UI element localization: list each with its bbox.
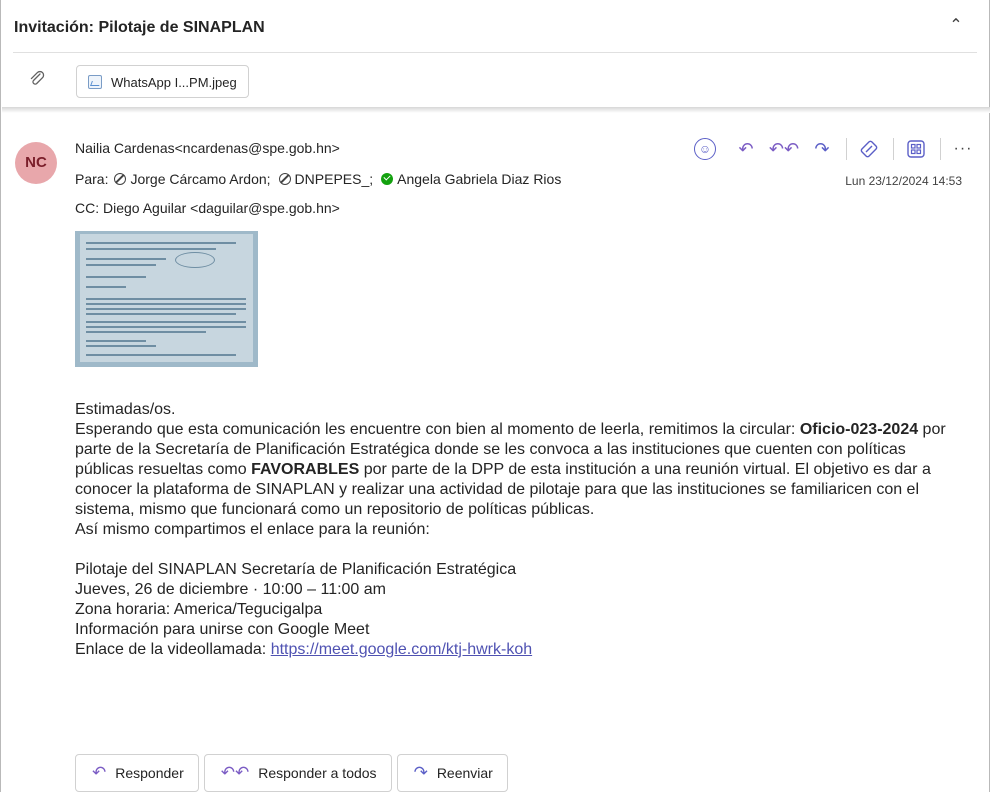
to-line: Para: Jorge Cárcamo Ardon; DNPEPES_; Ang…	[75, 171, 569, 187]
paperclip-icon-svg	[30, 70, 45, 85]
bold-reference: Oficio-023-2024	[799, 421, 919, 438]
divider	[846, 138, 847, 160]
sender-line[interactable]: Nailia Cardenas<ncardenas@spe.gob.hn>	[75, 140, 340, 156]
blocked-icon	[278, 173, 291, 185]
meeting-info: Información para unirse con Google Meet	[75, 621, 370, 638]
blocked-icon	[114, 173, 127, 185]
image-file-icon	[88, 75, 102, 89]
divider	[893, 138, 894, 160]
doc-line	[86, 354, 236, 356]
doc-line	[86, 326, 246, 328]
reply-all-icon[interactable]: ↶↶	[769, 136, 799, 162]
attachment-chip[interactable]: WhatsApp I...PM.jpeg	[76, 65, 249, 98]
meeting-when: Jueves, 26 de diciembre · 10:00 – 11:00 …	[75, 581, 386, 598]
doc-line	[86, 298, 246, 300]
to-label: Para:	[75, 171, 109, 187]
subject-bar: Invitación: Pilotaje de SINAPLAN ⌃	[2, 0, 990, 52]
body-text-run: Esperando que esta comunicación les encu…	[75, 421, 800, 438]
document-photo	[80, 234, 253, 362]
more-options-icon[interactable]: ···	[949, 136, 977, 162]
forward-label: Reenviar	[436, 765, 493, 781]
reply-label: Responder	[115, 765, 184, 781]
doc-line	[86, 308, 246, 310]
recipient-name: Angela Gabriela Diaz Rios	[397, 171, 562, 187]
apps-icon-svg	[907, 140, 925, 158]
divider	[940, 138, 941, 160]
attachment-name: WhatsApp I...PM.jpeg	[111, 75, 237, 90]
email-body: Estimadas/os. Esperando que esta comunic…	[75, 400, 955, 660]
doc-line	[86, 248, 216, 250]
doc-line	[86, 264, 156, 266]
doc-line	[86, 340, 146, 342]
reply-icon: ↶	[92, 763, 107, 782]
reply-all-icon: ↶↶	[220, 763, 250, 782]
link-label: Enlace de la videollamada:	[75, 641, 271, 658]
email-subject: Invitación: Pilotaje de SINAPLAN	[14, 19, 265, 36]
attachment-image-preview[interactable]	[75, 231, 258, 367]
meeting-timezone: Zona horaria: America/Tegucigalpa	[75, 601, 323, 618]
doc-line	[86, 242, 236, 244]
doc-line	[86, 303, 246, 305]
chevron-up-icon[interactable]: ⌃	[944, 14, 968, 38]
forward-button[interactable]: ↷ Reenviar	[396, 754, 508, 792]
bold-keyword: FAVORABLES	[251, 461, 360, 478]
signature-stamp	[175, 252, 215, 268]
cc-line[interactable]: CC: Diego Aguilar <daguilar@spe.gob.hn>	[75, 200, 340, 216]
doc-line	[86, 258, 166, 260]
doc-line	[86, 286, 126, 288]
recipient[interactable]: Angela Gabriela Diaz Rios	[381, 171, 561, 187]
recipient[interactable]: Jorge Cárcamo Ardon;	[114, 171, 271, 187]
sent-date: Lun 23/12/2024 14:53	[845, 174, 962, 188]
eraser-icon-svg	[860, 140, 878, 158]
smiley-icon[interactable]: ☺	[694, 138, 716, 160]
reply-icon[interactable]: ↶	[732, 136, 760, 162]
reply-buttons: ↶ Responder ↶↶ Responder a todos ↷ Reenv…	[75, 754, 513, 792]
doc-line	[86, 321, 246, 323]
reply-button[interactable]: ↶ Responder	[75, 754, 199, 792]
doc-line	[86, 313, 236, 315]
reply-all-button[interactable]: ↶↶ Responder a todos	[203, 754, 392, 792]
body-paragraph: Así mismo compartimos el enlace para la …	[75, 521, 430, 538]
header-shadow	[2, 107, 990, 113]
body-paragraph: Esperando que esta comunicación les encu…	[75, 420, 955, 520]
avatar[interactable]: NC	[15, 142, 57, 184]
apps-icon[interactable]	[902, 136, 930, 162]
check-circle-icon	[381, 173, 394, 185]
forward-icon[interactable]: ↷	[808, 136, 836, 162]
doc-line	[86, 345, 156, 347]
recipient-name: Jorge Cárcamo Ardon;	[130, 171, 271, 187]
meeting-title: Pilotaje del SINAPLAN Secretaría de Plan…	[75, 561, 517, 578]
reply-all-label: Responder a todos	[258, 765, 377, 781]
eraser-icon[interactable]	[855, 136, 883, 162]
greeting: Estimadas/os.	[75, 401, 176, 418]
paperclip-icon	[28, 69, 48, 91]
meeting-link-line: Enlace de la videollamada: https://meet.…	[75, 640, 955, 660]
forward-icon: ↷	[413, 763, 428, 782]
message-actions: ☺ ↶ ↶↶ ↷ ···	[694, 136, 987, 162]
attachments-row: WhatsApp I...PM.jpeg	[2, 53, 990, 107]
recipient[interactable]: DNPEPES_;	[278, 171, 374, 187]
meeting-link[interactable]: https://meet.google.com/ktj-hwrk-koh	[271, 641, 532, 658]
recipient-name: DNPEPES_;	[294, 171, 374, 187]
doc-line	[86, 276, 146, 278]
reading-pane: Invitación: Pilotaje de SINAPLAN ⌃ Whats…	[0, 0, 990, 792]
doc-line	[86, 331, 206, 333]
